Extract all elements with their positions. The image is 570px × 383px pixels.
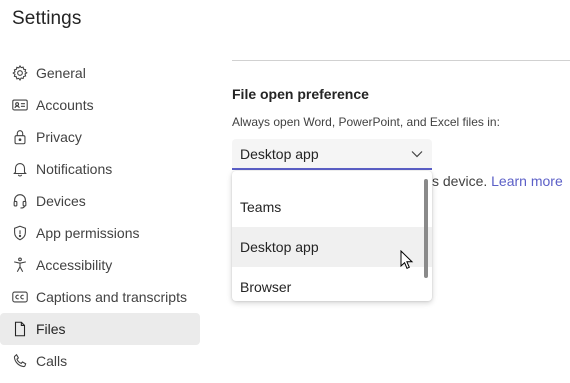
sidebar-item-label: Notifications bbox=[36, 161, 113, 177]
accessibility-icon bbox=[11, 256, 29, 274]
file-open-heading: File open preference bbox=[232, 86, 369, 102]
option-label: Desktop app bbox=[240, 239, 319, 255]
option-browser[interactable]: Browser bbox=[232, 267, 432, 301]
mouse-pointer-icon bbox=[400, 250, 414, 269]
sidebar-item-notifications[interactable]: Notifications bbox=[0, 153, 200, 185]
option-label: Browser bbox=[240, 279, 292, 295]
sidebar-item-label: Captions and transcripts bbox=[36, 289, 187, 305]
option-label: Teams bbox=[240, 199, 282, 215]
option-teams[interactable]: Teams bbox=[232, 187, 432, 227]
device-note-text: s device. bbox=[432, 173, 488, 189]
sidebar-item-captions[interactable]: Captions and transcripts bbox=[0, 281, 200, 313]
device-note: s device. Learn more bbox=[432, 173, 563, 189]
sidebar-item-label: Accounts bbox=[36, 97, 94, 113]
file-open-select[interactable]: Desktop app bbox=[232, 139, 432, 170]
sidebar-item-general[interactable]: General bbox=[0, 57, 200, 89]
settings-window: Settings General Accounts Privacy Notifi… bbox=[0, 0, 570, 383]
sidebar-item-files[interactable]: Files bbox=[0, 313, 200, 345]
section-divider bbox=[232, 60, 570, 61]
file-open-description: Always open Word, PowerPoint, and Excel … bbox=[232, 115, 500, 129]
page-title: Settings bbox=[12, 8, 82, 29]
sidebar-item-devices[interactable]: Devices bbox=[0, 185, 200, 217]
dropdown-scrollbar[interactable] bbox=[424, 179, 428, 278]
selected-value: Desktop app bbox=[240, 145, 319, 162]
file-icon bbox=[11, 320, 29, 338]
id-card-icon bbox=[11, 96, 29, 114]
sidebar-item-label: Files bbox=[36, 321, 66, 337]
sidebar-item-label: Calls bbox=[36, 353, 68, 369]
sidebar-item-label: General bbox=[36, 65, 86, 81]
sidebar-item-label: Devices bbox=[36, 193, 86, 209]
bell-icon bbox=[11, 160, 29, 178]
sidebar-item-accounts[interactable]: Accounts bbox=[0, 89, 200, 121]
sidebar-item-label: App permissions bbox=[36, 225, 140, 241]
sidebar-item-label: Privacy bbox=[36, 129, 82, 145]
captions-icon bbox=[11, 288, 29, 306]
lock-icon bbox=[11, 128, 29, 146]
sidebar-item-privacy[interactable]: Privacy bbox=[0, 121, 200, 153]
phone-icon bbox=[11, 352, 29, 370]
headset-icon bbox=[11, 192, 29, 210]
sidebar-item-label: Accessibility bbox=[36, 257, 113, 273]
settings-sidebar: General Accounts Privacy Notifications D… bbox=[0, 57, 200, 377]
learn-more-link[interactable]: Learn more bbox=[491, 173, 563, 189]
file-open-dropdown-list: Teams Desktop app Browser bbox=[232, 171, 432, 301]
shield-icon bbox=[11, 224, 29, 242]
sidebar-item-calls[interactable]: Calls bbox=[0, 345, 200, 377]
sidebar-item-app-permissions[interactable]: App permissions bbox=[0, 217, 200, 249]
sidebar-item-accessibility[interactable]: Accessibility bbox=[0, 249, 200, 281]
chevron-down-icon bbox=[410, 147, 424, 161]
gear-icon bbox=[11, 64, 29, 82]
